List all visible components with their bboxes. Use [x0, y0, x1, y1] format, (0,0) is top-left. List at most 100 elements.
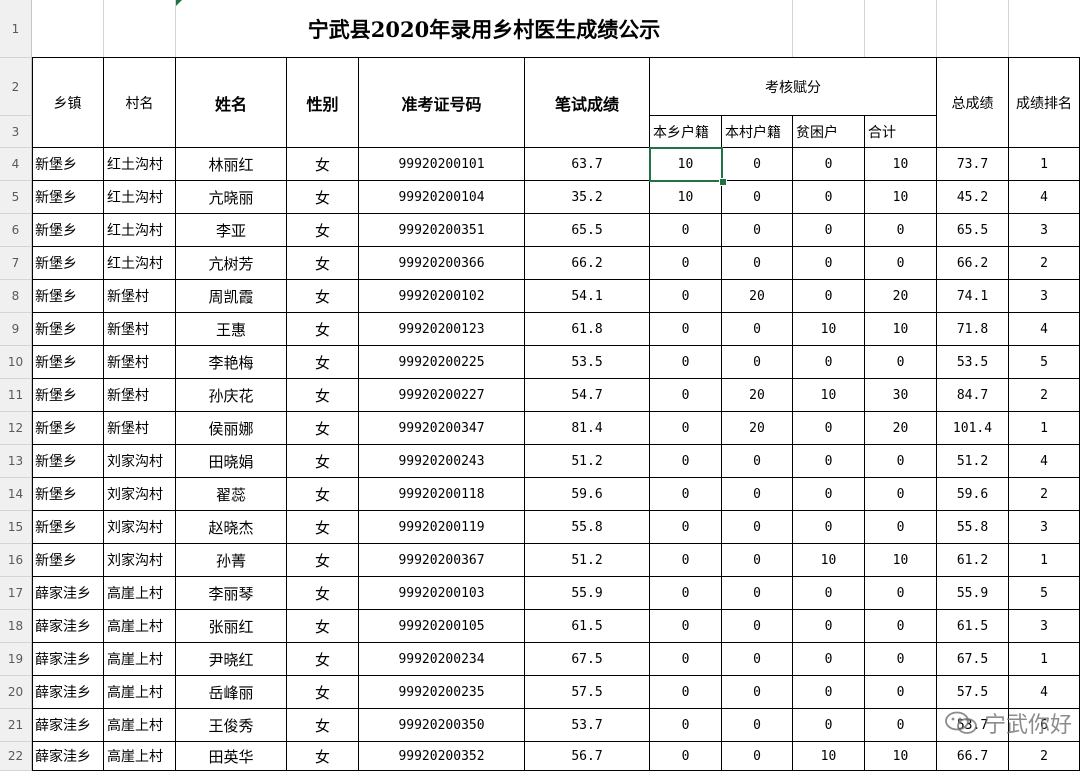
cell-poor-household[interactable]: 0: [793, 610, 865, 643]
cell-local-township[interactable]: 0: [650, 412, 722, 445]
cell-village[interactable]: 刘家沟村: [104, 511, 176, 544]
cell-local-village[interactable]: 0: [722, 544, 793, 577]
cell-name[interactable]: 亢树芳: [176, 247, 287, 280]
cell-name[interactable]: 王惠: [176, 313, 287, 346]
row-header[interactable]: 6: [0, 214, 32, 247]
cell-written-score[interactable]: 61.5: [525, 610, 650, 643]
cell-poor-household[interactable]: 0: [793, 214, 865, 247]
cell-exam-no[interactable]: 99920200235: [359, 676, 525, 709]
cell-village[interactable]: 刘家沟村: [104, 478, 176, 511]
cell-village[interactable]: 高崖上村: [104, 643, 176, 676]
cell-gender[interactable]: 女: [287, 379, 359, 412]
cell-village[interactable]: 红土沟村: [104, 148, 176, 181]
header-assessment[interactable]: 考核赋分: [650, 58, 937, 116]
cell-township[interactable]: 新堡乡: [32, 445, 104, 478]
row-header[interactable]: 17: [0, 577, 32, 610]
cell-subtotal[interactable]: 0: [865, 511, 937, 544]
cell-village[interactable]: 新堡村: [104, 313, 176, 346]
cell-gender[interactable]: 女: [287, 610, 359, 643]
cell-rank[interactable]: 1: [1009, 643, 1080, 676]
cell-written-score[interactable]: 53.7: [525, 709, 650, 742]
cell-written-score[interactable]: 54.7: [525, 379, 650, 412]
cell-subtotal[interactable]: 10: [865, 181, 937, 214]
cell-name[interactable]: 侯丽娜: [176, 412, 287, 445]
row-header[interactable]: 9: [0, 313, 32, 346]
cell-township[interactable]: 新堡乡: [32, 313, 104, 346]
cell-gender[interactable]: 女: [287, 346, 359, 379]
cell-township[interactable]: 薛家洼乡: [32, 676, 104, 709]
cell-rank[interactable]: 4: [1009, 676, 1080, 709]
cell-subtotal[interactable]: 0: [865, 214, 937, 247]
cell-rank[interactable]: 4: [1009, 313, 1080, 346]
cell-local-township[interactable]: 0: [650, 742, 722, 771]
cell-gender[interactable]: 女: [287, 313, 359, 346]
cell-written-score[interactable]: 51.2: [525, 544, 650, 577]
cell-subtotal[interactable]: 10: [865, 742, 937, 771]
cell-village[interactable]: 高崖上村: [104, 610, 176, 643]
cell-exam-no[interactable]: 99920200103: [359, 577, 525, 610]
header-rank[interactable]: 成绩排名: [1009, 58, 1080, 148]
cell-local-village[interactable]: 20: [722, 412, 793, 445]
cell-rank[interactable]: 5: [1009, 346, 1080, 379]
cell-written-score[interactable]: 57.5: [525, 676, 650, 709]
cell-township[interactable]: 新堡乡: [32, 478, 104, 511]
row-header[interactable]: 5: [0, 181, 32, 214]
cell-gender[interactable]: 女: [287, 577, 359, 610]
cell-township[interactable]: 新堡乡: [32, 346, 104, 379]
cell-name[interactable]: 尹晓红: [176, 643, 287, 676]
cell-exam-no[interactable]: 99920200123: [359, 313, 525, 346]
cell-township[interactable]: 薛家洼乡: [32, 610, 104, 643]
cell-gender[interactable]: 女: [287, 544, 359, 577]
cell-subtotal[interactable]: 0: [865, 346, 937, 379]
cell-name[interactable]: 岳峰丽: [176, 676, 287, 709]
header-total[interactable]: 总成绩: [937, 58, 1009, 148]
cell-subtotal[interactable]: 0: [865, 445, 937, 478]
cell-subtotal[interactable]: 30: [865, 379, 937, 412]
cell-local-township[interactable]: 0: [650, 379, 722, 412]
cell-written-score[interactable]: 61.8: [525, 313, 650, 346]
cell-name[interactable]: 周凯霞: [176, 280, 287, 313]
cell-local-village[interactable]: 0: [722, 610, 793, 643]
cell-village[interactable]: 高崖上村: [104, 577, 176, 610]
row-header[interactable]: 12: [0, 412, 32, 445]
cell-local-township[interactable]: 0: [650, 445, 722, 478]
cell-local-village[interactable]: 0: [722, 445, 793, 478]
cell-subtotal[interactable]: 10: [865, 148, 937, 181]
cell-rank[interactable]: 1: [1009, 412, 1080, 445]
cell-local-township[interactable]: 0: [650, 577, 722, 610]
cell-rank[interactable]: 3: [1009, 511, 1080, 544]
cell-local-township[interactable]: 10: [650, 181, 722, 214]
cell-local-township[interactable]: 0: [650, 478, 722, 511]
cell-gender[interactable]: 女: [287, 214, 359, 247]
cell-subtotal[interactable]: 10: [865, 544, 937, 577]
cell-local-village[interactable]: 0: [722, 577, 793, 610]
cell-local-township[interactable]: 0: [650, 313, 722, 346]
cell-written-score[interactable]: 55.9: [525, 577, 650, 610]
cell-local-village[interactable]: 0: [722, 511, 793, 544]
header-village[interactable]: 村名: [104, 58, 176, 148]
row-header[interactable]: 16: [0, 544, 32, 577]
cell-local-village[interactable]: 0: [722, 742, 793, 771]
cell-exam-no[interactable]: 99920200367: [359, 544, 525, 577]
cell-local-township[interactable]: 10: [650, 148, 722, 181]
cell-exam-no[interactable]: 99920200234: [359, 643, 525, 676]
cell-name[interactable]: 赵晓杰: [176, 511, 287, 544]
cell-exam-no[interactable]: 99920200105: [359, 610, 525, 643]
fill-handle[interactable]: [719, 178, 727, 186]
cell-poor-household[interactable]: 0: [793, 577, 865, 610]
cell-township[interactable]: 新堡乡: [32, 511, 104, 544]
cell-poor-household[interactable]: 0: [793, 511, 865, 544]
cell-local-village[interactable]: 0: [722, 643, 793, 676]
cell-local-village[interactable]: 20: [722, 280, 793, 313]
row-header[interactable]: 10: [0, 346, 32, 379]
cell-gender[interactable]: 女: [287, 511, 359, 544]
cell-village[interactable]: 高崖上村: [104, 742, 176, 771]
cell-total[interactable]: 57.5: [937, 676, 1009, 709]
cell-local-village[interactable]: 0: [722, 709, 793, 742]
cell-local-township[interactable]: 0: [650, 280, 722, 313]
cell-total[interactable]: 61.5: [937, 610, 1009, 643]
cell-village[interactable]: 新堡村: [104, 346, 176, 379]
cell-gender[interactable]: 女: [287, 280, 359, 313]
cell-rank[interactable]: 4: [1009, 445, 1080, 478]
cell-gender[interactable]: 女: [287, 742, 359, 771]
